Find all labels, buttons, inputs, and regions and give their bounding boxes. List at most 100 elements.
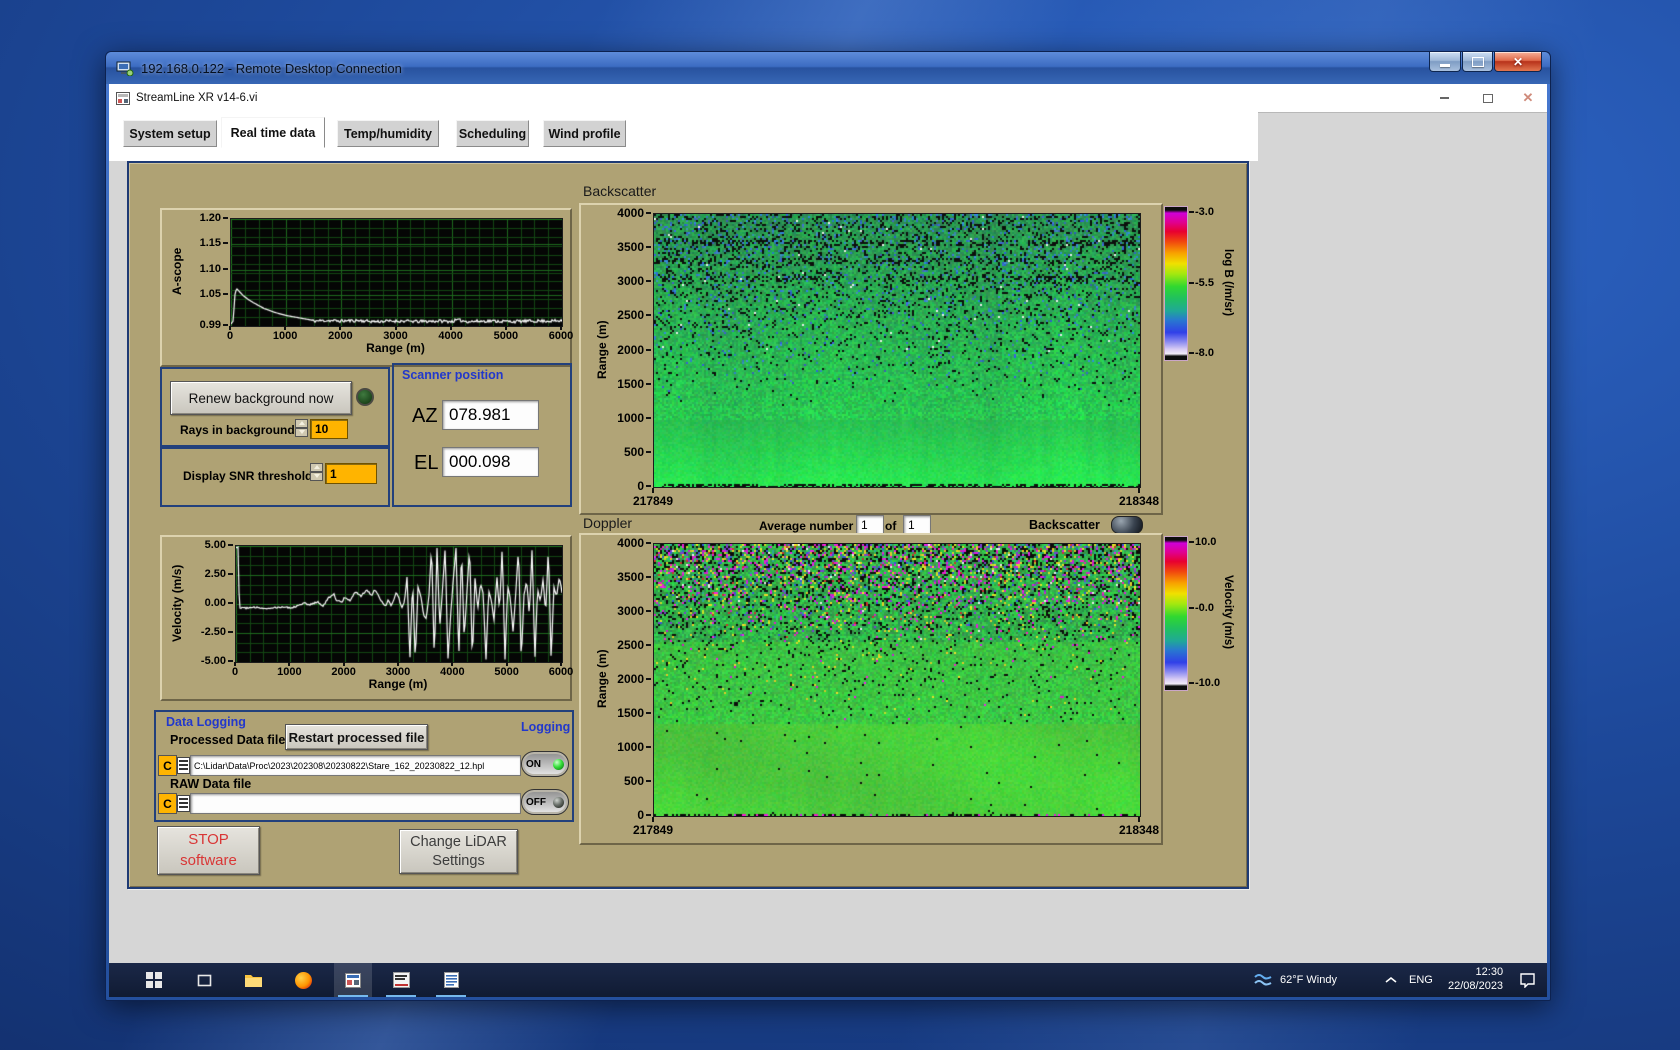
tick-label: 0	[232, 666, 238, 678]
data-logging-box: Data Logging Processed Data file Restart…	[154, 710, 574, 822]
tick-mark	[228, 631, 233, 633]
raw-drive-selector[interactable]: C	[158, 793, 177, 814]
spinner-down-icon[interactable]	[295, 428, 308, 437]
tick-label: 10.0	[1195, 536, 1216, 548]
colorbar-gradient	[1164, 206, 1188, 361]
scan-schedule-app-button[interactable]	[382, 963, 420, 997]
tick-mark	[1189, 211, 1194, 213]
raw-logging-toggle-off[interactable]: OFF	[521, 789, 569, 815]
tick-mark	[506, 662, 508, 666]
renew-background-button[interactable]: Renew background now	[170, 381, 352, 415]
restart-processed-file-button[interactable]: Restart processed file	[285, 724, 428, 750]
action-center-button[interactable]	[1519, 963, 1536, 997]
tray-expand-button[interactable]	[1385, 963, 1397, 997]
tab-wind-profile[interactable]: Wind profile	[543, 120, 626, 147]
window-minimize-button[interactable]	[1429, 52, 1461, 72]
tick-label: 2500	[617, 638, 644, 652]
scanner-position-box: Scanner position AZ 078.981 EL 000.098	[392, 363, 572, 507]
spinner-up-icon[interactable]	[295, 419, 308, 428]
tick-label: 3500	[617, 570, 644, 584]
tick-label: 2.50	[205, 568, 226, 580]
processed-data-file-field[interactable]: C:\Lidar\Data\Proc\2023\202308\20230822\…	[190, 755, 521, 776]
firefox-button[interactable]	[284, 963, 322, 997]
processed-data-file-label: Processed Data file	[170, 733, 285, 747]
tick-mark	[646, 576, 651, 578]
snr-spinner[interactable]	[310, 463, 323, 482]
app-window-title: StreamLine XR v14-6.vi	[136, 92, 257, 104]
tick-mark	[229, 326, 231, 330]
app-minimize-button[interactable]	[1429, 84, 1459, 112]
firefox-icon	[295, 972, 312, 989]
background-controls-box: Renew background now Rays in background …	[160, 367, 390, 449]
task-view-button[interactable]	[185, 963, 223, 997]
processed-browse-icon[interactable]	[177, 757, 190, 774]
tick-label: 500	[624, 445, 644, 459]
tick-label: 1000	[273, 330, 297, 342]
rdp-titlebar[interactable]: 192.168.0.122 - Remote Desktop Connectio…	[106, 52, 1550, 84]
tick-label: 218348	[1119, 494, 1159, 508]
window-close-button[interactable]: ✕	[1494, 52, 1542, 72]
tick-label: 2000	[328, 330, 352, 342]
tick-label: 1.05	[200, 288, 221, 300]
file-explorer-button[interactable]	[234, 963, 272, 997]
tick-mark	[505, 326, 507, 330]
rays-in-background-label: Rays in background	[180, 423, 295, 437]
tab-system-setup[interactable]: System setup	[123, 120, 217, 147]
renew-led-indicator	[356, 388, 374, 406]
realtime-data-panel: A-scope Range (m) 1.201.151.101.050.9901…	[127, 161, 1249, 889]
app-close-button[interactable]: ✕	[1513, 84, 1543, 112]
minimize-icon	[1440, 64, 1450, 67]
notepad-app-button[interactable]	[432, 963, 470, 997]
a-scope-x-axis-label: Range (m)	[230, 341, 561, 355]
stop-software-button[interactable]: STOPsoftware	[157, 826, 260, 875]
tick-mark	[646, 814, 651, 816]
tick-label: 1.15	[200, 237, 221, 249]
backscatter-doppler-toggle[interactable]	[1111, 516, 1143, 534]
app-titlebar[interactable]: StreamLine XR v14-6.vi ✕	[109, 84, 1547, 113]
rays-spinner[interactable]	[295, 419, 308, 438]
raw-data-file-field[interactable]	[190, 793, 521, 814]
tick-mark	[560, 662, 562, 666]
change-lidar-settings-button[interactable]: Change LiDARSettings	[399, 829, 518, 874]
processed-drive-selector[interactable]: C	[158, 755, 177, 776]
app-restore-button[interactable]	[1473, 84, 1503, 112]
remote-desktop-icon	[116, 61, 134, 76]
tick-label: 1.20	[200, 212, 221, 224]
a-scope-chart: A-scope Range (m) 1.201.151.101.050.9901…	[160, 208, 572, 367]
rays-value-field[interactable]: 10	[310, 419, 348, 439]
azimuth-value-field[interactable]: 078.981	[442, 400, 539, 430]
tab-temp-humidity[interactable]: Temp/humidity	[337, 120, 439, 147]
vi-app-icon	[116, 92, 130, 105]
average-number-field[interactable]: 1	[856, 515, 884, 535]
tick-label: 500	[624, 774, 644, 788]
doppler-colorbar: Velocity (m/s) 10.0-0.0-10.0	[1164, 536, 1244, 689]
close-icon: ✕	[1513, 55, 1523, 69]
tick-mark	[1138, 817, 1140, 822]
language-indicator[interactable]: ENG	[1409, 963, 1433, 997]
tab-scheduling[interactable]: Scheduling	[456, 120, 529, 147]
tick-label: 5000	[494, 666, 518, 678]
rdp-window-title: 192.168.0.122 - Remote Desktop Connectio…	[141, 61, 402, 76]
spinner-down-icon[interactable]	[310, 472, 323, 481]
tab-real-time-data[interactable]: Real time data	[221, 117, 325, 148]
streamline-app-button[interactable]	[334, 963, 372, 997]
elevation-value-field[interactable]: 000.098	[442, 447, 539, 477]
clock-widget[interactable]: 12:3022/08/2023	[1448, 963, 1503, 997]
raw-browse-icon[interactable]	[177, 795, 190, 812]
spinner-up-icon[interactable]	[310, 463, 323, 472]
weather-widget[interactable]: 62°F Windy	[1254, 963, 1337, 997]
tick-mark	[646, 246, 651, 248]
average-total-field[interactable]: 1	[903, 515, 931, 535]
window-maximize-button[interactable]	[1462, 52, 1493, 72]
elevation-label: EL	[414, 452, 438, 475]
tick-mark	[646, 610, 651, 612]
a-scope-y-axis-label: A-scope	[170, 218, 184, 325]
tick-mark	[1189, 682, 1194, 684]
snr-value-field[interactable]: 1	[325, 463, 377, 484]
scanner-position-title: Scanner position	[402, 368, 503, 382]
tick-mark	[646, 678, 651, 680]
tick-mark	[228, 602, 233, 604]
tick-mark	[223, 217, 228, 219]
start-button[interactable]	[135, 963, 173, 997]
processed-logging-toggle-on[interactable]: ON	[521, 751, 569, 777]
